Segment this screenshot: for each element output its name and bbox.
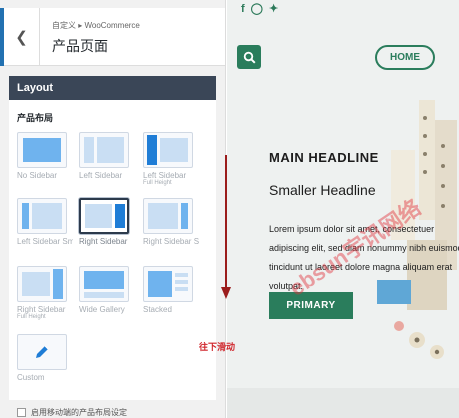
custom-icon: [17, 334, 67, 370]
option-label: Left Sidebar Small: [17, 237, 73, 246]
layout-option-custom[interactable]: Custom: [17, 334, 73, 382]
checkbox-label: 启用移动端的产品布局设定: [31, 408, 127, 417]
layout-option-right-sidebar-full-height[interactable]: Right Sidebar Full Height: [17, 266, 73, 321]
section-title-layout[interactable]: Layout: [9, 76, 216, 100]
wide-gallery-icon: [79, 266, 129, 302]
option-label: Right Sidebar Small: [143, 237, 199, 246]
left-sidebar-full-icon: [143, 132, 193, 168]
layout-option-left-sidebar[interactable]: Left Sidebar: [79, 132, 135, 180]
layout-option-stacked[interactable]: Stacked: [143, 266, 199, 314]
option-label: Left Sidebar: [79, 171, 123, 180]
smaller-headline: Smaller Headline: [269, 182, 376, 198]
primary-button[interactable]: PRIMARY: [269, 292, 353, 319]
option-label: Right Sidebar: [17, 305, 66, 314]
social-links: f◯✦: [241, 2, 284, 15]
pencil-icon: [36, 345, 49, 358]
option-label: Right Sidebar: [79, 237, 128, 246]
left-sidebar-icon: [79, 132, 129, 168]
option-label: Stacked: [143, 305, 172, 314]
customizer-panel: ❮ 自定义 ▸ WooCommerce 产品页面 Layout 产品布局 No …: [0, 0, 226, 418]
twitter-icon[interactable]: ✦: [269, 3, 284, 15]
layout-option-no-sidebar[interactable]: No Sidebar: [17, 132, 73, 180]
left-sidebar-small-icon: [17, 198, 67, 234]
option-label: Custom: [17, 373, 45, 382]
layout-options: 产品布局 No Sidebar Left Sidebar Left Sideba…: [9, 100, 216, 400]
facebook-icon[interactable]: f: [241, 3, 251, 15]
option-label: No Sidebar: [17, 171, 58, 180]
stacked-icon: [143, 266, 193, 302]
panel-header: ❮ 自定义 ▸ WooCommerce 产品页面: [0, 8, 225, 66]
right-sidebar-full-icon: [17, 266, 67, 302]
layout-option-right-sidebar[interactable]: Right Sidebar: [79, 198, 135, 246]
option-sublabel: Full Height: [143, 180, 172, 186]
breadcrumb: 自定义 ▸ WooCommerce: [52, 21, 140, 30]
layout-option-left-sidebar-small[interactable]: Left Sidebar Small: [17, 198, 73, 246]
option-sublabel: Full Height: [17, 314, 46, 320]
main-headline: MAIN HEADLINE: [269, 150, 379, 165]
layout-option-wide-gallery[interactable]: Wide Gallery: [79, 266, 135, 314]
chevron-left-icon: ❮: [15, 29, 28, 46]
preview-bottom: [227, 388, 459, 418]
page-title: 产品页面: [52, 38, 108, 54]
scroll-down-arrow-icon: [221, 155, 231, 299]
mobile-layout-checkbox-row[interactable]: 启用移动端的产品布局设定: [9, 406, 216, 418]
layout-option-right-sidebar-small[interactable]: Right Sidebar Small: [143, 198, 199, 246]
search-button[interactable]: [237, 45, 261, 69]
instagram-icon[interactable]: ◯: [251, 3, 269, 15]
mobile-layout-checkbox[interactable]: [17, 408, 26, 417]
section-label: 产品布局: [17, 113, 54, 123]
layout-option-left-sidebar-full-height[interactable]: Left Sidebar Full Height: [143, 132, 199, 187]
no-sidebar-icon: [17, 132, 67, 168]
scroll-hint: 往下滑动: [199, 342, 236, 352]
option-label: Wide Gallery: [79, 305, 125, 314]
right-sidebar-icon: [79, 198, 129, 234]
home-button[interactable]: HOME: [375, 45, 435, 70]
search-icon: [243, 51, 256, 64]
site-preview: f◯✦ HOME MAIN HEADLINE Smaller Headline …: [227, 0, 459, 418]
option-label: Left Sidebar: [143, 171, 187, 180]
back-button[interactable]: ❮: [0, 8, 40, 66]
right-sidebar-small-icon: [143, 198, 193, 234]
